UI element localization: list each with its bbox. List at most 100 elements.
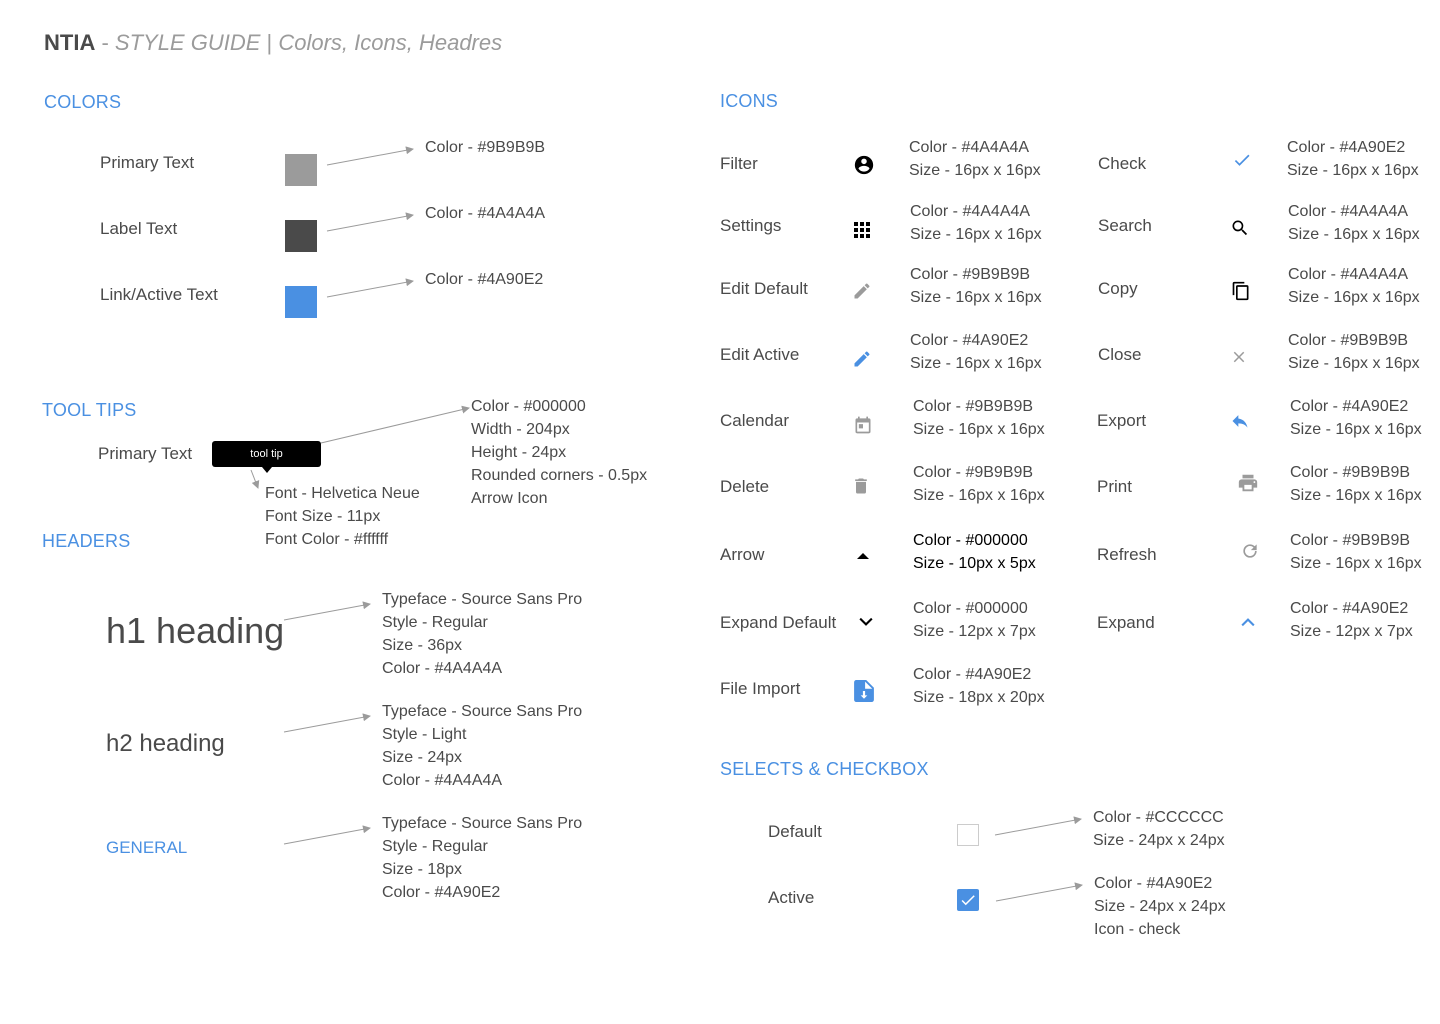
- icon-spec-calendar: Color - #9B9B9B Size - 16px x 16px: [913, 395, 1045, 441]
- icon-label-arrow: Arrow: [720, 545, 765, 564]
- general-heading-demo: GENERAL: [106, 838, 188, 857]
- checkbox-default[interactable]: [957, 824, 979, 846]
- icon-label-delete: Delete: [720, 477, 770, 496]
- icon-spec-delete: Color - #9B9B9B Size - 16px x 16px: [913, 461, 1045, 507]
- checkbox-label-active: Active: [768, 888, 815, 907]
- spec-size: Size - 24px x 24px: [1094, 898, 1226, 915]
- h1-spec-typeface: Typeface - Source Sans Pro: [382, 591, 583, 608]
- spec-color: Color - #4A90E2: [1287, 139, 1406, 156]
- spec-color: Color - #9B9B9B: [1290, 532, 1411, 549]
- spec-size: Size - 18px x 20px: [913, 689, 1045, 706]
- title-dash: -: [101, 30, 109, 55]
- icon-spec-export: Color - #4A90E2 Size - 16px x 16px: [1290, 395, 1422, 441]
- general-spec-typeface: Typeface - Source Sans Pro: [382, 815, 583, 832]
- spec-size: Size - 10px x 5px: [913, 555, 1036, 572]
- headers-section-title: HEADERS: [42, 531, 131, 551]
- h1-spec-size: Size - 36px: [382, 637, 463, 654]
- icon-spec-expand: Color - #4A90E2 Size - 12px x 7px: [1290, 597, 1413, 643]
- icon-label-edit-default: Edit Default: [720, 279, 808, 298]
- printer-icon: [1237, 472, 1259, 494]
- check-icon: [961, 895, 975, 906]
- h1-spec: Typeface - Source Sans Pro Style - Regul…: [382, 588, 582, 680]
- color-label-primary: Primary Text: [100, 153, 195, 172]
- tooltip-spec-arrow: Arrow Icon: [471, 490, 548, 507]
- search-icon: [1229, 217, 1251, 239]
- spec-color: Color - #4A4A4A: [1288, 203, 1409, 220]
- h2-heading-demo: h2 heading: [106, 730, 225, 757]
- arrow-link-color: [326, 278, 414, 298]
- file-import-icon: [853, 680, 875, 702]
- icon-label-export: Export: [1097, 411, 1147, 430]
- icon-spec-check: Color - #4A90E2 Size - 16px x 16px: [1287, 136, 1419, 182]
- spec-size: Size - 16px x 16px: [1288, 289, 1420, 306]
- calendar-icon: [852, 414, 874, 436]
- icon-spec-print: Color - #9B9B9B Size - 16px x 16px: [1290, 461, 1422, 507]
- icon-label-expand: Expand: [1097, 613, 1155, 632]
- icon-label-edit-active: Edit Active: [720, 345, 800, 364]
- color-spec-label-text: Color - #4A4A4A: [425, 205, 546, 222]
- tooltip-box-spec: Color - #000000 Width - 204px Height - 2…: [471, 395, 647, 510]
- h2-spec-style: Style - Light: [382, 726, 467, 743]
- spec-color: Color - #CCCCCC: [1093, 809, 1224, 826]
- pencil-icon: [851, 348, 873, 370]
- icon-spec-file-import: Color - #4A90E2 Size - 18px x 20px: [913, 663, 1045, 709]
- icon-spec-refresh: Color - #9B9B9B Size - 16px x 16px: [1290, 529, 1422, 575]
- checkbox-spec-default: Color - #CCCCCC Size - 24px x 24px: [1093, 806, 1225, 852]
- tooltip-spec-corners: Rounded corners - 0.5px: [471, 467, 648, 484]
- icon-spec-close: Color - #9B9B9B Size - 16px x 16px: [1288, 329, 1420, 375]
- spec-size: Size - 16px x 16px: [913, 487, 1045, 504]
- spec-color: Color - #9B9B9B: [913, 464, 1034, 481]
- icon-label-search: Search: [1098, 216, 1152, 235]
- spec-size: Size - 24px x 24px: [1093, 832, 1225, 849]
- icon-label-settings: Settings: [720, 216, 782, 235]
- trash-icon: [850, 475, 872, 497]
- icon-label-print: Print: [1097, 477, 1132, 496]
- icon-spec-edit-active: Color - #4A90E2 Size - 16px x 16px: [910, 329, 1042, 375]
- spec-color: Color - #4A90E2: [910, 332, 1029, 349]
- tooltip-spec-width: Width - 204px: [471, 421, 570, 438]
- color-spec-link: Color - #4A90E2: [425, 271, 544, 288]
- spec-size: Size - 16px x 16px: [910, 355, 1042, 372]
- spec-size: Size - 16px x 16px: [1287, 162, 1419, 179]
- icon-spec-copy: Color - #4A4A4A Size - 16px x 16px: [1288, 263, 1420, 309]
- account-circle-icon: [853, 154, 875, 176]
- color-swatch-primary: [285, 154, 317, 186]
- spec-color: Color - #9B9B9B: [1290, 464, 1411, 481]
- spec-icon: Icon - check: [1094, 921, 1181, 938]
- h1-heading-demo: h1 heading: [106, 610, 285, 651]
- color-label-label-text: Label Text: [100, 219, 178, 238]
- selects-section-title: SELECTS & CHECKBOX: [720, 759, 929, 779]
- h2-spec-size: Size - 24px: [382, 749, 463, 766]
- spec-color: Color - #4A90E2: [1290, 600, 1409, 617]
- icon-spec-search: Color - #4A4A4A Size - 16px x 16px: [1288, 200, 1420, 246]
- tooltip-demo-label: Primary Text: [98, 444, 193, 463]
- h1-spec-style: Style - Regular: [382, 614, 488, 631]
- h2-spec-color: Color - #4A4A4A: [382, 772, 503, 789]
- icon-spec-settings: Color - #4A4A4A Size - 16px x 16px: [910, 200, 1042, 246]
- spec-size: Size - 12px x 7px: [1290, 623, 1413, 640]
- general-spec: Typeface - Source Sans Pro Style - Regul…: [382, 812, 582, 904]
- arrow-tooltip-box: [320, 405, 470, 444]
- icon-label-copy: Copy: [1098, 279, 1138, 298]
- icons-section-title: ICONS: [720, 91, 779, 111]
- colors-section-title: COLORS: [44, 92, 122, 112]
- icon-label-refresh: Refresh: [1097, 545, 1157, 564]
- caret-up-icon: [852, 545, 874, 567]
- color-label-link: Link/Active Text: [100, 285, 218, 304]
- spec-size: Size - 16px x 16px: [1290, 487, 1422, 504]
- arrow-h1: [283, 601, 371, 621]
- checkbox-spec-active: Color - #4A90E2 Size - 24px x 24px Icon …: [1094, 872, 1226, 941]
- spec-size: Size - 16px x 16px: [910, 289, 1042, 306]
- spec-size: Size - 16px x 16px: [910, 226, 1042, 243]
- tooltip-spec-font-color: Font Color - #ffffff: [265, 531, 389, 548]
- checkbox-active[interactable]: [957, 889, 979, 911]
- copy-icon: [1230, 280, 1252, 302]
- spec-color: Color - #9B9B9B: [910, 266, 1031, 283]
- spec-color: Color - #4A90E2: [913, 666, 1032, 683]
- page-title: NTIA - STYLE GUIDE | Colors, Icons, Head…: [44, 30, 502, 56]
- color-swatch-label-text: [285, 220, 317, 252]
- pencil-icon: [851, 280, 873, 302]
- tooltip-spec-color: Color - #000000: [471, 398, 586, 415]
- icon-spec-expand-default: Color - #000000 Size - 12px x 7px: [913, 597, 1036, 643]
- spec-size: Size - 16px x 16px: [913, 421, 1045, 438]
